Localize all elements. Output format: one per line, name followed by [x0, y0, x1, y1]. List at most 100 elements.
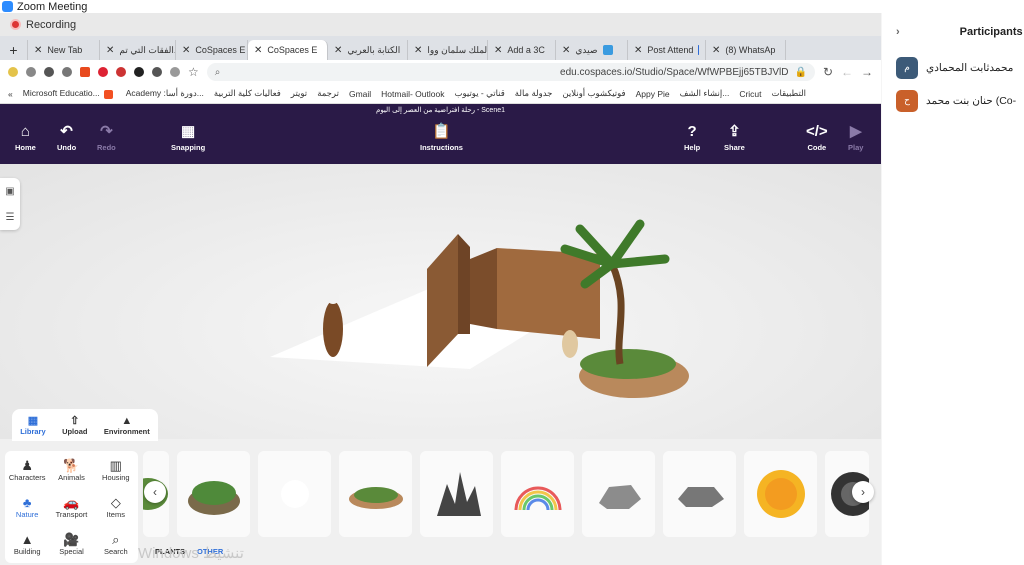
category-items[interactable]: ◇ Items	[94, 488, 138, 525]
library-item[interactable]	[744, 451, 817, 537]
bookmark[interactable]: فوتيكشوب أونلاين	[562, 88, 625, 99]
extension-icon[interactable]	[134, 67, 144, 77]
puzzle-icon[interactable]	[44, 67, 54, 77]
play-button[interactable]: ▶ Play	[848, 123, 863, 152]
close-icon[interactable]: ✕	[414, 45, 422, 56]
url-field[interactable]: ⌕ edu.cospaces.io/Studio/Space/WfWPBEjj6…	[206, 63, 815, 81]
participants-title: Participants	[959, 26, 1023, 38]
help-icon: ?	[687, 123, 697, 140]
browser-tab[interactable]: ✕الفقات التي تم...	[100, 40, 176, 60]
cloud-icon[interactable]	[62, 67, 72, 77]
browser-tab[interactable]: ✕الملك سلمان ووا...	[408, 40, 488, 60]
bookmark[interactable]: فعاليات كلية التربية	[214, 88, 281, 99]
list-icon[interactable]: ☰	[6, 212, 15, 223]
category-special[interactable]: 🎥 Special	[49, 526, 93, 563]
participant-row[interactable]: م محمدثابت المحمادي	[882, 51, 1024, 84]
bookmark[interactable]: Hotmail- Outlook	[381, 89, 444, 99]
home-button[interactable]: ⌂ Home	[15, 123, 36, 152]
share-button[interactable]: ⇪ Share	[724, 123, 745, 152]
windows-activation-watermark: Windows تنشيط	[138, 545, 244, 562]
library-item[interactable]	[258, 451, 331, 537]
close-icon[interactable]: ✕	[106, 45, 114, 56]
more-bookmarks-icon[interactable]: «	[8, 89, 13, 99]
bookmark[interactable]: Academy :دورة أسا...	[126, 88, 204, 99]
extension-icon[interactable]	[170, 67, 180, 77]
browser-tab[interactable]: ✕ الكتابة بالعربي	[328, 40, 408, 60]
category-building[interactable]: ▲ Building	[5, 526, 49, 563]
close-icon[interactable]: ✕	[34, 45, 42, 56]
bookmark[interactable]: Gmail	[349, 89, 371, 99]
library-item[interactable]	[339, 451, 412, 537]
bookmark[interactable]: Microsoft Educatio...	[23, 88, 116, 99]
close-icon[interactable]: ✕	[334, 45, 342, 56]
scroll-left-button[interactable]: ‹	[144, 481, 166, 503]
star-icon[interactable]: ☆	[188, 65, 199, 79]
tab-upload[interactable]: ⇧ Upload	[62, 414, 87, 436]
help-button[interactable]: ? Help	[684, 123, 700, 152]
category-search[interactable]: ⌕ Search	[94, 526, 138, 563]
browser-tab[interactable]: ✕ Add a 3C	[488, 40, 556, 60]
bookmark[interactable]: قناتي - يوتيوب	[454, 88, 504, 99]
close-icon[interactable]: ✕	[634, 45, 642, 56]
bookmark[interactable]: جدولة مالة	[515, 88, 553, 99]
category-housing[interactable]: ▥ Housing	[94, 451, 138, 488]
library-item[interactable]	[177, 451, 250, 537]
chevron-icon[interactable]: ›	[896, 26, 900, 38]
gallery-icon[interactable]: ▣	[5, 186, 14, 197]
undo-button[interactable]: ↶ Undo	[57, 123, 76, 152]
bookmark[interactable]: Cricut	[739, 89, 761, 99]
library-item[interactable]	[501, 451, 574, 537]
zoom-title-bar: Zoom Meeting	[0, 0, 1024, 13]
browser-tab[interactable]: ✕ Post Attend	[628, 40, 706, 60]
snapping-button[interactable]: ▦ Snapping	[171, 123, 205, 152]
bookmark[interactable]: التطبيقات	[772, 88, 807, 99]
extension-icon[interactable]	[98, 67, 108, 77]
browser-tab[interactable]: ✕ New Tab	[28, 40, 100, 60]
category-animals[interactable]: 🐕 Animals	[49, 451, 93, 488]
browser-tab-active[interactable]: ✕ CoSpaces E	[248, 40, 328, 60]
bookmarks-bar: « Microsoft Educatio... Academy :دورة أس…	[0, 84, 881, 104]
library-item[interactable]	[420, 451, 493, 537]
bookmark[interactable]: تويتر	[291, 88, 307, 99]
category-transport[interactable]: 🚗 Transport	[49, 488, 93, 525]
library-item[interactable]	[663, 451, 736, 537]
scene-title[interactable]: رحلة افتراضية من العصر إلى اليوم - Scene…	[0, 104, 881, 117]
close-icon[interactable]: ✕	[494, 45, 502, 56]
bookmark[interactable]: Appy Pie	[636, 89, 670, 99]
bookmark[interactable]: إنشاء الشف...	[680, 88, 730, 99]
code-button[interactable]: </> Code	[806, 123, 828, 152]
extension-icon[interactable]	[152, 67, 162, 77]
office-icon[interactable]	[80, 67, 90, 77]
extension-icon[interactable]	[8, 67, 18, 77]
bookmark[interactable]: ترجمة	[317, 88, 339, 99]
back-icon[interactable]: →	[861, 65, 873, 79]
tab-library[interactable]: ▦ Library	[20, 414, 45, 436]
close-icon[interactable]: ✕	[712, 45, 720, 56]
upload-icon: ⇧	[70, 415, 80, 427]
close-icon[interactable]: ✕	[254, 45, 262, 56]
refresh-icon[interactable]: ↻	[823, 65, 833, 79]
close-icon[interactable]: ✕	[562, 45, 570, 56]
redo-button[interactable]: ↷ Redo	[97, 123, 116, 152]
participant-row[interactable]: ح حنان بنت محمد (Co-	[882, 84, 1024, 117]
category-nature[interactable]: ♣ Nature	[5, 488, 49, 525]
scroll-right-button[interactable]: ›	[852, 481, 874, 503]
instructions-button[interactable]: 📋 Instructions	[420, 123, 463, 152]
tab-environment[interactable]: ▲ Environment	[104, 415, 150, 436]
category-characters[interactable]: ♟ Characters	[5, 451, 49, 488]
close-icon[interactable]: ✕	[182, 45, 190, 56]
forward-icon[interactable]: ←	[841, 65, 853, 79]
3d-scene-canvas[interactable]	[0, 164, 881, 439]
library-tabs: ▦ Library ⇧ Upload ▲ Environment	[12, 409, 158, 441]
new-tab-button[interactable]: +	[0, 40, 28, 60]
extension-icon[interactable]	[116, 67, 126, 77]
eagle-head	[327, 292, 339, 304]
browser-tab[interactable]: ✕ CoSpaces E	[176, 40, 248, 60]
extension-icon[interactable]	[26, 67, 36, 77]
library-item[interactable]	[582, 451, 655, 537]
island-grass	[580, 349, 676, 379]
recording-label: Recording	[26, 18, 77, 31]
browser-tab[interactable]: ✕ صيدي	[556, 40, 628, 60]
browser-tab[interactable]: ✕ (8) WhatsAp	[706, 40, 786, 60]
camera-icon: 🎥	[63, 532, 80, 548]
